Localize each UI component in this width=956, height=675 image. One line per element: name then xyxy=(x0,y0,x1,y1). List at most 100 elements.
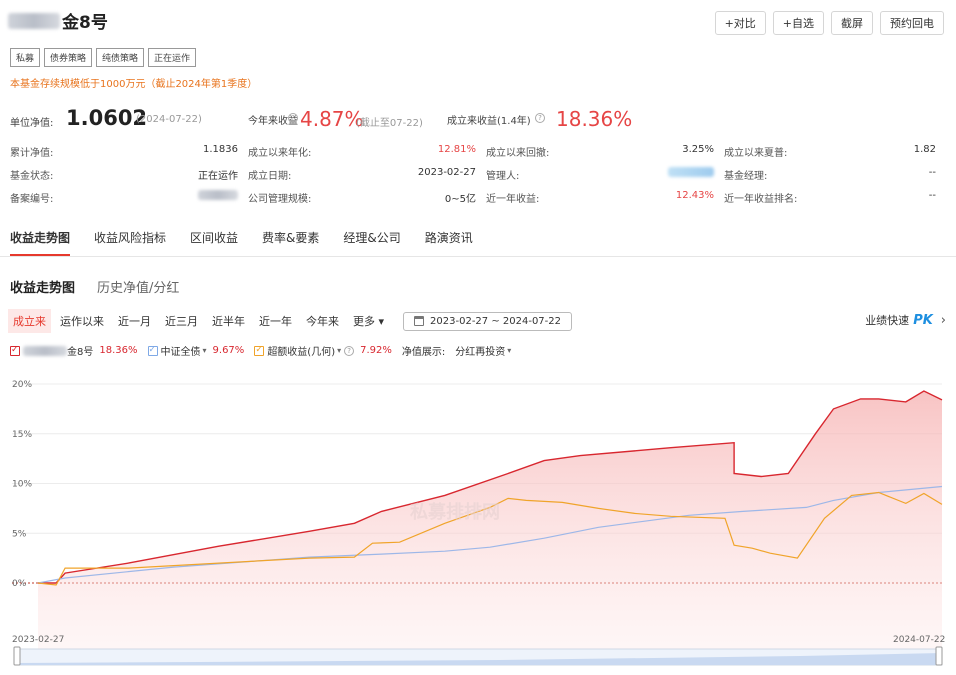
scale-notice: 本基金存续规模低于1000万元（截止2024年第1季度） xyxy=(10,79,258,90)
checkbox-icon[interactable] xyxy=(147,345,158,356)
ytd-note: (截止至07-22) xyxy=(356,118,423,129)
tabs-divider xyxy=(0,256,956,257)
info-value: 3.25% xyxy=(682,144,714,155)
legend-bench-value: 9.67% xyxy=(212,345,245,356)
info-cell: 成立以来夏普: 1.82 xyxy=(724,144,946,159)
info-cell: 备案编号: xyxy=(10,190,248,205)
caret-down-icon: ▾ xyxy=(337,346,342,355)
info-value: 12.81% xyxy=(437,144,476,155)
subtab-trend[interactable]: 收益走势图 xyxy=(10,277,75,296)
period-1y[interactable]: 近一年 xyxy=(254,309,297,333)
redacted-fund-name xyxy=(8,12,60,29)
info-cell: 近一年收益排名: -- xyxy=(724,190,946,205)
caret-down-icon: ▾ xyxy=(202,346,207,355)
legend-benchmark[interactable]: 中证全债▾ 9.67% xyxy=(147,343,245,358)
y-tick-label: 0% xyxy=(12,579,27,589)
kpi-row: 单位净值: 1.0602 (2024-07-22) 今年来收益 ? 4.87% … xyxy=(10,106,950,138)
info-value: 1.82 xyxy=(913,144,936,155)
info-label: 基金经理: xyxy=(724,171,768,182)
info-label: 成立以来夏普: xyxy=(724,148,788,159)
legend-excess-name: 超额收益(几何) xyxy=(267,347,336,358)
ytd-value: 4.87% xyxy=(300,107,364,131)
info-value: 0~5亿 xyxy=(444,194,476,205)
info-cell: 近一年收益: 12.43% xyxy=(486,190,724,205)
period-since-inception[interactable]: 成立来 xyxy=(8,309,51,333)
y-tick-label: 20% xyxy=(12,380,32,390)
help-icon[interactable]: ? xyxy=(535,113,545,123)
legend-bench-name[interactable]: 中证全债 xyxy=(161,343,201,358)
x-tick-label: 2024-07-22 xyxy=(893,635,945,645)
info-label: 近一年收益排名: xyxy=(724,194,798,205)
info-value: -- xyxy=(928,167,936,178)
checkbox-icon[interactable] xyxy=(10,345,20,356)
info-cell: 管理人: xyxy=(486,167,724,182)
fund-title: 金8号 xyxy=(8,8,108,33)
y-tick-label: 5% xyxy=(12,529,27,539)
screenshot-button[interactable]: 截屏 xyxy=(831,11,873,35)
callback-button[interactable]: 预约回电 xyxy=(880,11,944,35)
nav-display-select[interactable]: 分红再投资 ▾ xyxy=(455,343,511,358)
info-label: 基金状态: xyxy=(10,171,54,182)
info-label: 公司管理规模: xyxy=(248,194,312,205)
info-cell: 基金经理: -- xyxy=(724,167,946,182)
info-label: 近一年收益: xyxy=(486,194,540,205)
fund-title-suffix: 金8号 xyxy=(62,13,108,33)
date-range-text: 2023-02-27 ~ 2024-07-22 xyxy=(430,315,561,327)
calendar-icon xyxy=(414,316,425,326)
period-more-dropdown[interactable]: 更多 ▾ xyxy=(348,309,389,333)
compare-button[interactable]: +对比 xyxy=(714,11,766,35)
tab-manager-company[interactable]: 经理&公司 xyxy=(343,229,400,256)
pk-badge: PK xyxy=(913,312,933,328)
nav-value: 1.0602 xyxy=(66,106,148,130)
info-cell: 公司管理规模: 0~5亿 xyxy=(248,190,486,205)
legend-excess[interactable]: 超额收益(几何)▾ ? 7.92% xyxy=(254,343,392,358)
tab-period-return[interactable]: 区间收益 xyxy=(190,229,238,256)
period-3m[interactable]: 近三月 xyxy=(160,309,203,333)
caret-down-icon: ▾ xyxy=(507,346,512,355)
info-value: 12.43% xyxy=(675,190,714,201)
performance-pk[interactable]: 业绩快速 PK › xyxy=(865,312,946,328)
redacted-manager[interactable] xyxy=(668,167,714,177)
info-grid: 累计净值: 1.1836 成立以来年化: 12.81% 成立以来回撤: 3.25% 成… xyxy=(10,144,946,205)
legend-fund[interactable]: 金8号 18.36% xyxy=(10,343,138,358)
return-chart[interactable]: 20% 15% 10% 5% 0% 私募排排网 2023-02-27 2024-07-22 xyxy=(0,370,956,675)
y-tick-label: 15% xyxy=(12,430,32,440)
chart-area: 20% 15% 10% 5% 0% 私募排排网 2023-02-27 2024-07-22 xyxy=(0,370,956,675)
period-ytd[interactable]: 今年来 xyxy=(301,309,344,333)
period-6m[interactable]: 近半年 xyxy=(207,309,250,333)
chevron-right-icon: › xyxy=(940,312,946,328)
info-value: 正在运作 xyxy=(198,171,238,182)
date-range-picker[interactable]: 2023-02-27 ~ 2024-07-22 xyxy=(403,311,572,331)
legend-fund-value: 18.36% xyxy=(99,345,138,356)
info-label: 管理人: xyxy=(486,171,520,182)
tab-return-trend[interactable]: 收益走势图 xyxy=(10,229,71,256)
nav-display-value: 分红再投资 xyxy=(455,347,506,358)
since-value: 18.36% xyxy=(556,107,633,131)
pk-label: 业绩快速 xyxy=(865,314,910,327)
period-selector: 成立来 运作以来 近一月 近三月 近半年 近一年 今年来 更多 ▾ 2023-0… xyxy=(8,309,572,333)
help-icon[interactable]: ? xyxy=(288,113,298,123)
info-label: 累计净值: xyxy=(10,148,54,159)
tab-roadshow[interactable]: 路演资讯 xyxy=(425,229,473,256)
help-icon[interactable]: ? xyxy=(344,345,355,356)
period-1m[interactable]: 近一月 xyxy=(113,309,156,333)
info-value: -- xyxy=(928,190,936,201)
tab-risk-metrics[interactable]: 收益风险指标 xyxy=(94,229,166,256)
x-tick-label: 2023-02-27 xyxy=(12,635,64,645)
checkbox-icon[interactable] xyxy=(254,345,265,356)
period-since-operation[interactable]: 运作以来 xyxy=(55,309,109,333)
redacted-record-no xyxy=(198,190,238,200)
info-value: 2023-02-27 xyxy=(417,167,476,178)
range-slider-handle-left[interactable] xyxy=(13,646,21,666)
header-actions: +对比 +自选 截屏 预约回电 xyxy=(714,11,944,35)
sub-tabs: 收益走势图 历史净值/分红 xyxy=(10,277,179,296)
info-cell: 累计净值: 1.1836 xyxy=(10,144,248,159)
main-tabs: 收益走势图 收益风险指标 区间收益 费率&要素 经理&公司 路演资讯 xyxy=(10,229,473,256)
nav-date: (2024-07-22) xyxy=(136,114,202,125)
add-watchlist-button[interactable]: +自选 xyxy=(772,11,824,35)
info-cell: 成立日期: 2023-02-27 xyxy=(248,167,486,182)
range-slider-handle-right[interactable] xyxy=(935,646,943,666)
subtab-history-nav[interactable]: 历史净值/分红 xyxy=(97,277,179,296)
fund-tags: 私募 债券策略 纯债策略 正在运作 xyxy=(10,48,197,67)
tab-fees[interactable]: 费率&要素 xyxy=(262,229,319,256)
